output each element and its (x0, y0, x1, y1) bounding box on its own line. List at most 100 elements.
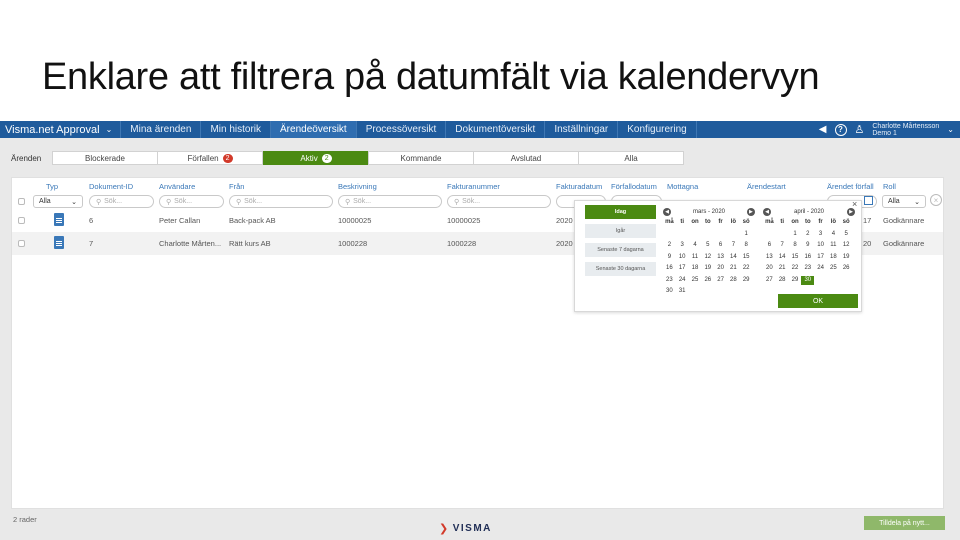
document-icon[interactable] (54, 213, 64, 226)
fran-search-input[interactable]: ⚲ Sök... (229, 195, 333, 208)
calendar-day[interactable]: 18 (689, 264, 702, 273)
calendar-day[interactable]: 1 (789, 230, 802, 239)
help-icon[interactable]: ? (834, 123, 847, 136)
calendar-day[interactable]: 20 (763, 264, 776, 273)
document-icon[interactable] (54, 236, 64, 249)
megaphone-icon[interactable]: ◀ (819, 124, 827, 135)
calendar-day[interactable]: 24 (676, 276, 689, 285)
column-header-anvandare[interactable]: Användare (159, 182, 195, 191)
column-header-roll[interactable]: Roll (883, 182, 896, 191)
calendar-day[interactable]: 8 (740, 241, 753, 250)
nav-mina-arenden[interactable]: Mina ärenden (121, 121, 202, 138)
user-info[interactable]: Charlotte Mårtensson Demo 1 (872, 123, 939, 137)
prev-month-icon[interactable]: ◀ (763, 207, 771, 216)
typ-filter-select[interactable]: Alla ⌄ (33, 195, 83, 208)
calendar-day[interactable]: 16 (801, 253, 814, 262)
prev-month-icon[interactable]: ◀ (663, 207, 671, 216)
calendar-day[interactable]: 25 (827, 264, 840, 273)
calendar-day[interactable]: 31 (676, 287, 689, 296)
calendar-day[interactable]: 14 (727, 253, 740, 262)
chevron-down-icon[interactable]: ⌄ (947, 125, 954, 134)
calendar-day[interactable]: 4 (827, 230, 840, 239)
dokument-id-search-input[interactable]: ⚲ Sök... (89, 195, 154, 208)
calendar-day[interactable]: 3 (676, 241, 689, 250)
calendar-day[interactable]: 24 (814, 264, 827, 273)
nav-arendeoversikt[interactable]: Ärendeöversikt (271, 121, 357, 138)
column-header-typ[interactable]: Typ (46, 182, 58, 191)
ok-button[interactable]: OK (778, 294, 858, 308)
user-icon[interactable]: ♙ (855, 123, 865, 136)
calendar-day[interactable]: 29 (740, 276, 753, 285)
calendar-day[interactable]: 14 (776, 253, 789, 262)
calendar-day[interactable]: 21 (776, 264, 789, 273)
nav-min-historik[interactable]: Min historik (201, 121, 272, 138)
calendar-day[interactable]: 1 (740, 230, 753, 239)
calendar-day[interactable]: 12 (840, 241, 853, 250)
calendar-day[interactable]: 13 (763, 253, 776, 262)
calendar-day[interactable]: 7 (727, 241, 740, 250)
column-header-arendestart[interactable]: Ärendestart (747, 182, 786, 191)
column-header-forfallodatum[interactable]: Förfallodatum (611, 182, 657, 191)
calendar-day[interactable]: 16 (663, 264, 676, 273)
calendar-day[interactable]: 2 (801, 230, 814, 239)
calendar-day[interactable]: 6 (714, 241, 727, 250)
calendar-day[interactable]: 15 (789, 253, 802, 262)
calendar-day[interactable]: 17 (676, 264, 689, 273)
anvandare-search-input[interactable]: ⚲ Sök... (159, 195, 224, 208)
calendar-day[interactable]: 9 (663, 253, 676, 262)
column-header-mottagna[interactable]: Mottagna (667, 182, 698, 191)
nav-processoversikt[interactable]: Processöversikt (357, 121, 447, 138)
quick-range-last-30-days[interactable]: Senaste 30 dagarna (585, 262, 656, 276)
beskrivning-search-input[interactable]: ⚲ Sök... (338, 195, 442, 208)
calendar-day[interactable]: 20 (714, 264, 727, 273)
calendar-icon[interactable] (864, 196, 873, 205)
select-all-checkbox[interactable] (18, 198, 25, 205)
calendar-day[interactable]: 23 (801, 264, 814, 273)
calendar-day[interactable]: 10 (676, 253, 689, 262)
next-month-icon[interactable]: ▶ (746, 207, 755, 216)
calendar-day[interactable]: 11 (827, 241, 840, 250)
calendar-day[interactable]: 15 (740, 253, 753, 262)
reassign-button[interactable]: Tilldela på nytt... (864, 516, 945, 530)
tab-avslutad[interactable]: Avslutad (473, 151, 579, 165)
calendar-day[interactable]: 22 (740, 264, 753, 273)
column-header-arendet-forfall[interactable]: Ärendet förfall (827, 182, 874, 191)
calendar-day[interactable]: 27 (714, 276, 727, 285)
calendar-day[interactable]: 29 (789, 276, 802, 285)
calendar-day[interactable]: 21 (727, 264, 740, 273)
calendar-day[interactable]: 19 (840, 253, 853, 262)
column-header-beskrivning[interactable]: Beskrivning (338, 182, 377, 191)
calendar-day[interactable]: 26 (840, 264, 853, 273)
calendar-day[interactable]: 3 (814, 230, 827, 239)
calendar-day[interactable]: 30 (663, 287, 676, 296)
calendar-day[interactable]: 27 (763, 276, 776, 285)
app-switcher[interactable]: Visma.net Approval ⌄ (0, 121, 122, 138)
calendar-day[interactable]: 25 (689, 276, 702, 285)
column-header-fakturanummer[interactable]: Fakturanummer (447, 182, 500, 191)
quick-range-today[interactable]: Idag (585, 205, 656, 219)
nav-dokumentoversikt[interactable]: Dokumentöversikt (446, 121, 546, 138)
nav-installningar[interactable]: Inställningar (545, 121, 619, 138)
calendar-day[interactable]: 30 (801, 275, 815, 285)
column-header-fran[interactable]: Från (229, 182, 244, 191)
calendar-day[interactable]: 26 (701, 276, 714, 285)
calendar-day[interactable]: 6 (763, 241, 776, 250)
calendar-day[interactable]: 12 (701, 253, 714, 262)
tab-kommande[interactable]: Kommande (368, 151, 474, 165)
calendar-day[interactable]: 2 (663, 241, 676, 250)
tab-alla[interactable]: Alla (578, 151, 684, 165)
calendar-day[interactable]: 28 (727, 276, 740, 285)
calendar-day[interactable]: 10 (814, 241, 827, 250)
row-checkbox[interactable] (18, 217, 25, 224)
calendar-day[interactable]: 5 (701, 241, 714, 250)
calendar-day[interactable]: 11 (689, 253, 702, 262)
calendar-day[interactable]: 8 (789, 241, 802, 250)
calendar-day[interactable]: 9 (801, 241, 814, 250)
calendar-day[interactable]: 17 (814, 253, 827, 262)
nav-konfigurering[interactable]: Konfigurering (618, 121, 697, 138)
calendar-day[interactable]: 28 (776, 276, 789, 285)
column-header-fakturadatum[interactable]: Fakturadatum (556, 182, 602, 191)
tab-blockerade[interactable]: Blockerade (52, 151, 158, 165)
row-checkbox[interactable] (18, 240, 25, 247)
quick-range-yesterday[interactable]: Igår (585, 224, 656, 238)
